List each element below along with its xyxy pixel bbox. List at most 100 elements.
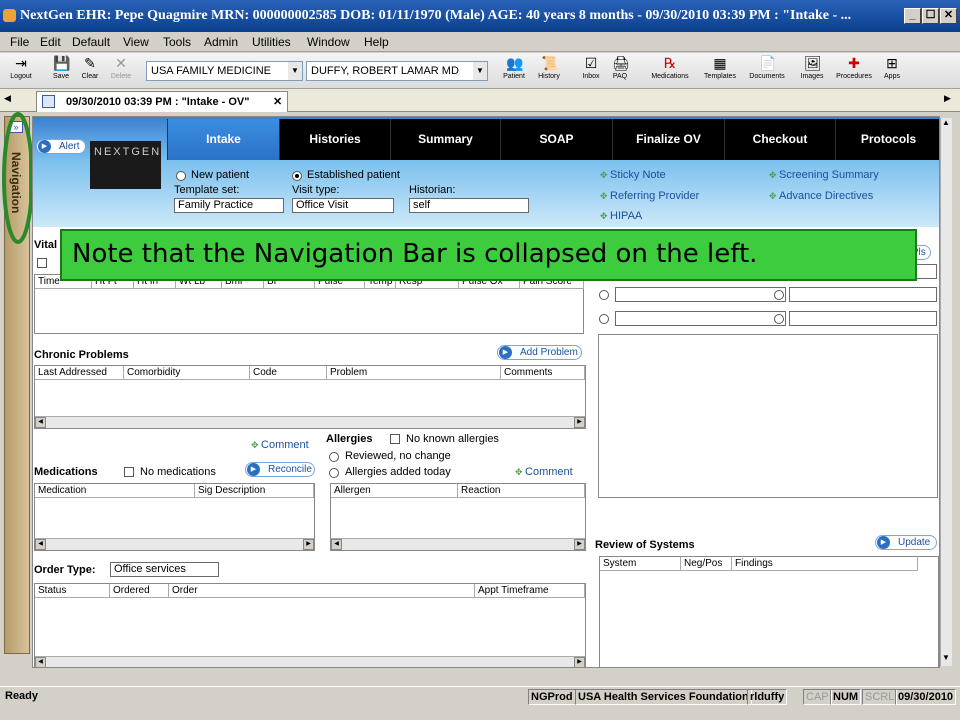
apps-button[interactable]: ⊞ Apps (875, 55, 909, 80)
referring-provider-link[interactable]: Referring Provider (600, 190, 699, 202)
tab-soap[interactable]: SOAP (500, 119, 612, 160)
medications-button[interactable]: ℞ Medications (648, 55, 692, 80)
reviewed-no-change-radio[interactable] (329, 452, 339, 462)
app-icon (3, 9, 16, 22)
close-tab-icon[interactable]: ✕ (273, 95, 282, 108)
practice-select[interactable]: USA FAMILY MEDICINE ▼ (146, 61, 303, 81)
review-of-systems-table: System Neg/Pos Findings (599, 556, 939, 667)
history-icon: 📜 (541, 55, 559, 71)
history-button[interactable]: 📜 History (532, 55, 566, 80)
no-medications-checkbox[interactable] (124, 467, 134, 477)
option-field[interactable] (615, 287, 786, 302)
patient-header: Alert NEXTGEN Intake Histories Summary S… (33, 117, 939, 227)
logout-icon: ⇥ (15, 55, 27, 71)
horizontal-scrollbar[interactable]: ◀ ▶ (35, 416, 585, 428)
hipaa-link[interactable]: HIPAA (600, 210, 642, 222)
images-icon: 🖼 (804, 55, 822, 71)
medications-comment-link[interactable]: Comment (251, 439, 309, 451)
allergies-added-radio[interactable] (329, 468, 339, 478)
option-radio[interactable] (599, 314, 609, 324)
status-organization: USA Health Services Foundation (575, 689, 752, 705)
sticky-note-link[interactable]: Sticky Note (600, 169, 666, 181)
menu-window[interactable]: Window (307, 35, 350, 49)
tab-scroll-left-icon[interactable]: ◀ (4, 93, 11, 104)
tab-scroll-right-icon[interactable]: ▶ (944, 93, 951, 104)
new-patient-radio[interactable] (176, 171, 186, 181)
delete-button[interactable]: ✕ Delete (104, 55, 138, 80)
inbox-icon: ☑ (584, 55, 598, 71)
close-button[interactable]: ✕ (940, 8, 957, 24)
paq-button[interactable]: 🖨 PAQ (603, 55, 637, 80)
reconcile-button[interactable]: Reconcile (245, 462, 315, 477)
vertical-scrollbar[interactable]: ▲ ▼ (940, 118, 952, 666)
add-problem-button[interactable]: Add Problem (497, 345, 582, 360)
scroll-up-icon[interactable]: ▲ (942, 118, 950, 127)
review-of-systems-label: Review of Systems (595, 539, 695, 551)
tab-checkout[interactable]: Checkout (724, 119, 835, 160)
medications-icon: ℞ (663, 55, 677, 71)
template-set-label: Template set: (174, 184, 240, 196)
option-field[interactable] (615, 311, 786, 326)
option-radio[interactable] (774, 314, 784, 324)
documents-button[interactable]: 📄 Documents (748, 55, 786, 80)
horizontal-scrollbar[interactable]: ◀ ▶ (35, 656, 585, 667)
window-title-bar: NextGen EHR: Pepe Quagmire MRN: 00000000… (0, 0, 960, 32)
procedures-icon: ✚ (848, 55, 860, 71)
historian-field[interactable]: self (409, 198, 529, 213)
menu-edit[interactable]: Edit (40, 35, 61, 49)
patient-button[interactable]: 👥 Patient (497, 55, 531, 80)
scroll-down-icon[interactable]: ▼ (942, 653, 950, 662)
status-date: 09/30/2010 (895, 689, 957, 705)
no-known-allergies-label: No known allergies (406, 433, 499, 445)
established-patient-radio[interactable] (292, 171, 302, 181)
delete-icon: ✕ (115, 55, 127, 71)
provider-select[interactable]: DUFFY, ROBERT LAMAR MD ▼ (306, 61, 488, 81)
option-field[interactable] (789, 287, 937, 302)
order-type-field[interactable]: Office services (110, 562, 219, 577)
option-field[interactable] (789, 311, 937, 326)
horizontal-scrollbar[interactable]: ◀ ▶ (331, 538, 585, 550)
maximize-button[interactable]: ☐ (922, 8, 939, 24)
medications-label: Medications (34, 466, 98, 478)
new-patient-label: New patient (191, 169, 250, 181)
reviewed-no-change-label: Reviewed, no change (345, 450, 451, 462)
alert-button[interactable]: Alert (36, 139, 86, 154)
notes-area[interactable] (598, 334, 938, 498)
menu-admin[interactable]: Admin (204, 35, 238, 49)
logout-button[interactable]: ⇥ Logout (4, 55, 38, 80)
screening-summary-link[interactable]: Screening Summary (769, 169, 879, 181)
advance-directives-link[interactable]: Advance Directives (769, 190, 873, 202)
minimize-button[interactable]: _ (904, 8, 921, 24)
procedures-button[interactable]: ✚ Procedures (833, 55, 875, 80)
images-button[interactable]: 🖼 Images (795, 55, 829, 80)
menu-view[interactable]: View (123, 35, 149, 49)
clear-button[interactable]: ✎ Clear (73, 55, 107, 80)
vitals-section-label: Vital (34, 239, 58, 251)
horizontal-scrollbar[interactable]: ◀ ▶ (35, 538, 314, 550)
tab-finalize-ov[interactable]: Finalize OV (612, 119, 724, 160)
menu-utilities[interactable]: Utilities (252, 35, 291, 49)
option-radio[interactable] (774, 290, 784, 300)
menu-help[interactable]: Help (364, 35, 389, 49)
allergies-comment-link[interactable]: Comment (515, 466, 573, 478)
tab-summary[interactable]: Summary (390, 119, 500, 160)
tab-intake[interactable]: Intake (167, 119, 279, 160)
status-database: NGProd (528, 689, 576, 705)
update-button[interactable]: Update (875, 535, 937, 550)
window-title: NextGen EHR: Pepe Quagmire MRN: 00000000… (20, 8, 852, 23)
option-radio[interactable] (599, 290, 609, 300)
menu-bar: File Edit Default View Tools Admin Utili… (0, 32, 960, 52)
vitals-checkbox[interactable] (37, 258, 47, 268)
menu-default[interactable]: Default (72, 35, 110, 49)
template-set-field[interactable]: Family Practice (174, 198, 284, 213)
no-known-allergies-checkbox[interactable] (390, 434, 400, 444)
visit-type-field[interactable]: Office Visit (292, 198, 394, 213)
menu-file[interactable]: File (10, 35, 29, 49)
no-medications-label: No medications (140, 466, 216, 478)
tab-histories[interactable]: Histories (279, 119, 390, 160)
menu-tools[interactable]: Tools (163, 35, 191, 49)
templates-button[interactable]: ▦ Templates (701, 55, 739, 80)
tab-protocols[interactable]: Protocols (835, 119, 939, 160)
toolbar: ⇥ Logout 💾 Save ✎ Clear ✕ Delete USA FAMILY … (0, 53, 960, 89)
tab-intake-ov[interactable]: 09/30/2010 03:39 PM : "Intake - OV" ✕ (36, 91, 288, 112)
